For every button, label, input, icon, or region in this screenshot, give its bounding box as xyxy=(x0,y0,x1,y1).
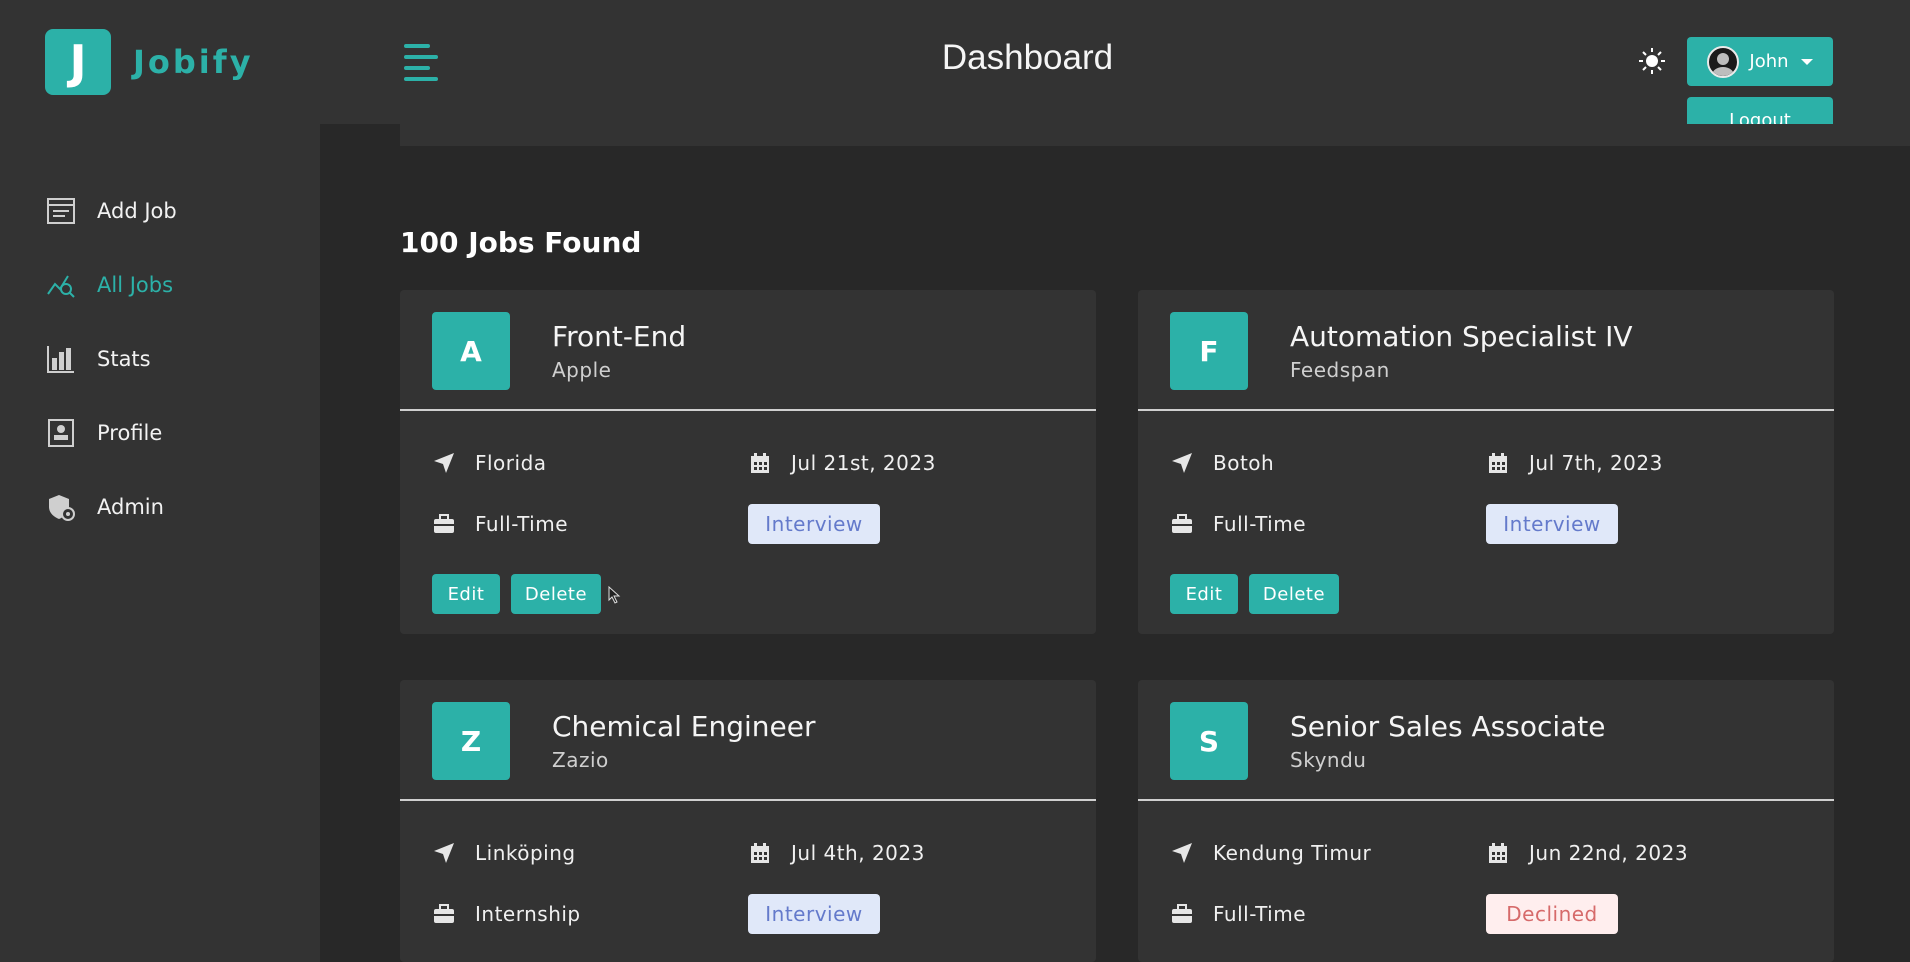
admin-icon xyxy=(45,491,77,523)
location-arrow-icon xyxy=(432,841,456,865)
top-navbar: Dashboard John Logout xyxy=(320,0,1910,143)
briefcase-icon xyxy=(1170,512,1194,536)
sidebar-item-add-job[interactable]: Add Job xyxy=(45,174,177,248)
job-location: Kendung Timur xyxy=(1170,841,1371,865)
all-jobs-icon xyxy=(45,269,77,301)
job-position: Front-End xyxy=(552,320,687,353)
company-letter-icon: S xyxy=(1170,702,1248,780)
job-location-text: Linköping xyxy=(475,841,576,865)
job-date: Jul 4th, 2023 xyxy=(748,841,925,865)
job-date-text: Jul 21st, 2023 xyxy=(791,451,936,475)
job-card-header: S Senior Sales Associate Skyndu xyxy=(1138,680,1834,801)
logo-text: Jobify xyxy=(133,43,254,81)
delete-button[interactable]: Delete xyxy=(511,574,601,614)
logo-mark: J xyxy=(45,29,111,95)
job-card: A Front-End Apple Florida Jul 21st, 2023… xyxy=(400,290,1096,634)
calendar-icon xyxy=(748,451,772,475)
job-card-header: F Automation Specialist IV Feedspan xyxy=(1138,290,1834,411)
job-location-text: Kendung Timur xyxy=(1213,841,1372,865)
job-company: Apple xyxy=(552,358,612,382)
job-location-text: Botoh xyxy=(1213,451,1275,475)
job-position: Senior Sales Associate xyxy=(1290,710,1606,743)
job-company: Zazio xyxy=(552,748,609,772)
user-menu-button[interactable]: John xyxy=(1687,37,1833,86)
mouse-cursor-icon xyxy=(608,586,621,604)
job-card-header: Z Chemical Engineer Zazio xyxy=(400,680,1096,801)
sidebar-item-label: Profile xyxy=(97,421,163,445)
logo[interactable]: J Jobify xyxy=(45,29,254,95)
profile-icon xyxy=(45,417,77,449)
status-badge: Interview xyxy=(1486,504,1618,544)
company-letter-icon: F xyxy=(1170,312,1248,390)
company-letter-icon: A xyxy=(432,312,510,390)
calendar-icon xyxy=(1486,841,1510,865)
avatar xyxy=(1707,45,1740,78)
sidebar-nav: Add Job All Jobs Stats Profile Admin xyxy=(45,174,177,544)
company-letter-icon: Z xyxy=(432,702,510,780)
job-type: Full-Time xyxy=(432,512,568,536)
job-date: Jul 21st, 2023 xyxy=(748,451,936,475)
calendar-icon xyxy=(748,841,772,865)
add-job-icon xyxy=(45,195,77,227)
job-location-text: Florida xyxy=(475,451,547,475)
header-strip xyxy=(400,124,1910,146)
job-card-body: Linköping Jul 4th, 2023 Internship Inter… xyxy=(400,801,1096,960)
edit-button[interactable]: Edit xyxy=(1170,574,1238,614)
job-type: Full-Time xyxy=(1170,512,1306,536)
job-location: Linköping xyxy=(432,841,576,865)
job-location: Botoh xyxy=(1170,451,1274,475)
job-type: Full-Time xyxy=(1170,902,1306,926)
sun-icon[interactable] xyxy=(1635,44,1669,78)
user-name: John xyxy=(1749,51,1789,72)
job-card: S Senior Sales Associate Skyndu Kendung … xyxy=(1138,680,1834,962)
page-title: Dashboard xyxy=(941,38,1114,77)
job-card-header: A Front-End Apple xyxy=(400,290,1096,411)
stats-icon xyxy=(45,343,77,375)
job-card-body: Botoh Jul 7th, 2023 Full-Time Interview … xyxy=(1138,411,1834,634)
app: J Jobify Add Job All Jobs Stats Profile … xyxy=(0,0,1910,962)
calendar-icon xyxy=(1486,451,1510,475)
job-position: Chemical Engineer xyxy=(552,710,816,743)
status-badge: Declined xyxy=(1486,894,1618,934)
job-type: Internship xyxy=(432,902,581,926)
location-arrow-icon xyxy=(1170,451,1194,475)
job-type-text: Internship xyxy=(475,902,581,926)
sidebar-item-label: Admin xyxy=(97,495,164,519)
job-company: Skyndu xyxy=(1290,748,1367,772)
sidebar-item-profile[interactable]: Profile xyxy=(45,396,177,470)
job-card: F Automation Specialist IV Feedspan Boto… xyxy=(1138,290,1834,634)
job-position: Automation Specialist IV xyxy=(1290,320,1633,353)
sidebar-item-stats[interactable]: Stats xyxy=(45,322,177,396)
location-arrow-icon xyxy=(1170,841,1194,865)
job-date: Jul 7th, 2023 xyxy=(1486,451,1663,475)
job-date-text: Jul 7th, 2023 xyxy=(1529,451,1663,475)
briefcase-icon xyxy=(432,512,456,536)
edit-button[interactable]: Edit xyxy=(432,574,500,614)
sidebar-item-label: Stats xyxy=(97,347,151,371)
sidebar-item-label: Add Job xyxy=(97,199,177,223)
job-type-text: Full-Time xyxy=(1213,512,1307,536)
sidebar: J Jobify Add Job All Jobs Stats Profile … xyxy=(0,0,320,962)
job-card-body: Kendung Timur Jun 22nd, 2023 Full-Time D… xyxy=(1138,801,1834,960)
job-date-text: Jul 4th, 2023 xyxy=(791,841,925,865)
sidebar-item-admin[interactable]: Admin xyxy=(45,470,177,544)
briefcase-icon xyxy=(432,902,456,926)
briefcase-icon xyxy=(1170,902,1194,926)
delete-button[interactable]: Delete xyxy=(1249,574,1339,614)
status-badge: Interview xyxy=(748,504,880,544)
job-card-body: Florida Jul 21st, 2023 Full-Time Intervi… xyxy=(400,411,1096,634)
sidebar-item-label: All Jobs xyxy=(97,273,174,297)
job-date: Jun 22nd, 2023 xyxy=(1486,841,1688,865)
job-location: Florida xyxy=(432,451,547,475)
sidebar-item-all-jobs[interactable]: All Jobs xyxy=(45,248,177,322)
job-date-text: Jun 22nd, 2023 xyxy=(1529,841,1689,865)
job-type-text: Full-Time xyxy=(475,512,569,536)
job-company: Feedspan xyxy=(1290,358,1390,382)
job-type-text: Full-Time xyxy=(1213,902,1307,926)
location-arrow-icon xyxy=(432,451,456,475)
jobs-found-heading: 100 Jobs Found xyxy=(400,226,642,259)
caret-down-icon xyxy=(1800,58,1813,65)
status-badge: Interview xyxy=(748,894,880,934)
job-card: Z Chemical Engineer Zazio Linköping Jul … xyxy=(400,680,1096,962)
